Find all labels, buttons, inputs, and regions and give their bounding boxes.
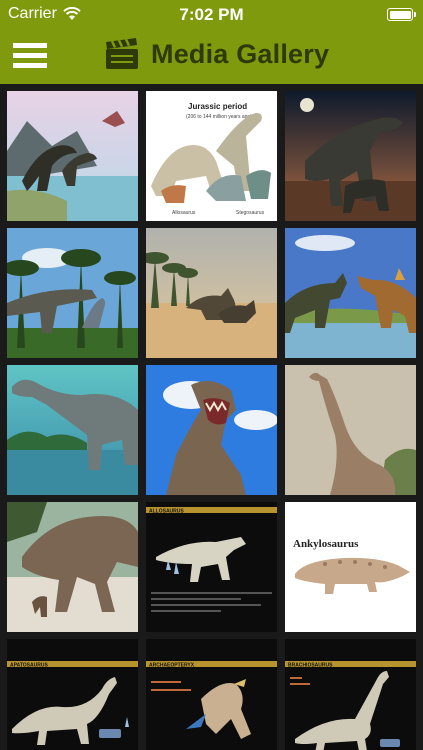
film-clapperboard-icon (106, 38, 138, 69)
card-banner: BRACHIOSAURUS (288, 663, 333, 669)
gallery-thumbnail[interactable] (285, 228, 416, 358)
hamburger-menu-icon[interactable] (13, 43, 47, 69)
apatosaurus-info-card-image: APATOSAURUS (7, 639, 138, 750)
chart-subheading: (206 to 144 million years ago) (186, 114, 252, 120)
page-title: Media Gallery (151, 38, 330, 69)
tyrannosaurus-roaring-image (146, 365, 277, 495)
allosaurus-night-image (285, 91, 416, 221)
triceratops-beach-image (146, 228, 277, 358)
theropods-at-lake-image (285, 228, 416, 358)
battery-icon (387, 8, 416, 21)
theropod-with-baby-image (7, 502, 138, 632)
dinosaurs-at-water-image (7, 91, 138, 221)
allosaurus-info-card-image: ALLOSAURUS (146, 502, 277, 632)
gallery-thumbnail[interactable]: ARCHAEOPTERYX (146, 639, 277, 750)
archaeopteryx-info-card-image: ARCHAEOPTERYX (146, 639, 277, 750)
gallery-thumbnail[interactable] (146, 228, 277, 358)
gallery-thumbnail[interactable]: Jurassic period (206 to 144 million year… (146, 91, 277, 221)
gallery-thumbnail[interactable]: ALLOSAURUS (146, 502, 277, 632)
gallery-thumbnail[interactable] (7, 228, 138, 358)
status-bar: Carrier 7:02 PM (0, 0, 423, 30)
ankylosaurus-illustration-image: Ankylosaurus (285, 502, 416, 632)
chart-label: Allosaurus (172, 210, 196, 216)
title-group: Media Gallery (105, 38, 329, 70)
gallery-thumbnail[interactable] (285, 91, 416, 221)
card-banner: APATOSAURUS (10, 663, 48, 669)
brachiosaurus-info-card-image: BRACHIOSAURUS (285, 639, 416, 750)
gallery-thumbnail[interactable] (7, 502, 138, 632)
chart-label: Stegosaurus (236, 210, 265, 216)
gallery-thumbnail[interactable] (7, 365, 138, 495)
chart-heading: Jurassic period (188, 102, 247, 111)
status-time: 7:02 PM (179, 5, 244, 24)
navigation-bar: Media Gallery (0, 30, 423, 84)
sauropod-palm-forest-image (7, 228, 138, 358)
card-banner: ARCHAEOPTERYX (149, 663, 195, 669)
gallery-thumbnail[interactable]: APATOSAURUS (7, 639, 138, 750)
jurassic-period-chart-image: Jurassic period (206 to 144 million year… (146, 91, 277, 221)
sauropod-in-water-image (7, 365, 138, 495)
gallery-thumbnail[interactable] (146, 365, 277, 495)
card-banner: ALLOSAURUS (149, 509, 184, 515)
media-gallery-grid: Jurassic period (206 to 144 million year… (0, 84, 423, 750)
gallery-thumbnail[interactable]: BRACHIOSAURUS (285, 639, 416, 750)
gallery-thumbnail[interactable] (285, 365, 416, 495)
gallery-thumbnail[interactable]: Ankylosaurus (285, 502, 416, 632)
sauropod-long-neck-image (285, 365, 416, 495)
ankylosaurus-heading: Ankylosaurus (293, 538, 359, 550)
gallery-thumbnail[interactable] (7, 91, 138, 221)
